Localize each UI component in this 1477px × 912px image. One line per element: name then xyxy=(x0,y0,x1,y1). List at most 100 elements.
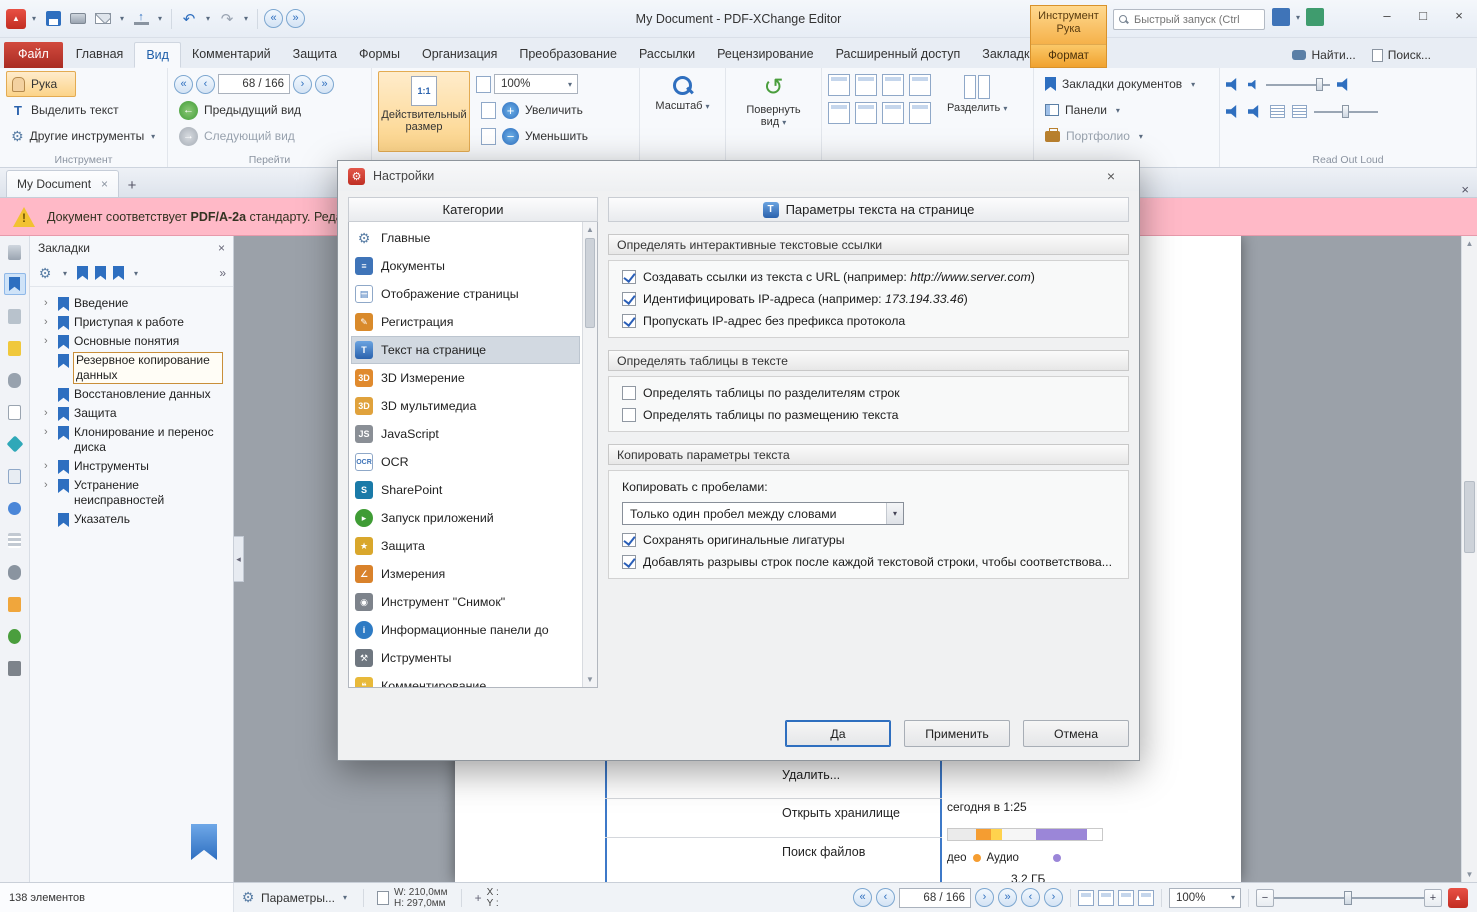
pages-pane-icon[interactable] xyxy=(4,241,26,263)
checkbox-icon[interactable] xyxy=(622,292,636,306)
slider-thumb[interactable] xyxy=(1344,890,1352,905)
two-pages-icon[interactable] xyxy=(1118,889,1134,906)
content-pane-icon[interactable] xyxy=(4,529,26,551)
scroll-up-icon[interactable]: ▲ xyxy=(1462,236,1477,251)
read-doc-icon[interactable] xyxy=(1248,105,1259,118)
fit-page-icon[interactable] xyxy=(476,75,491,93)
close-tab-icon[interactable]: × xyxy=(101,178,108,190)
close-pane-button[interactable]: × xyxy=(1461,182,1477,197)
email-caret-icon[interactable] xyxy=(117,14,127,23)
next-page-button[interactable] xyxy=(293,74,312,94)
rate-slider[interactable] xyxy=(1314,104,1378,119)
category-item[interactable]: ◉ Инструмент "Снимок" xyxy=(351,588,580,616)
cover-mode-icon[interactable] xyxy=(828,102,850,124)
undo-caret-icon[interactable] xyxy=(203,14,213,23)
tab-format[interactable]: Формат xyxy=(1031,44,1106,67)
search-button[interactable]: Поиск... xyxy=(1371,48,1431,62)
prev-page-button[interactable] xyxy=(196,74,215,94)
two-pages-continuous-icon[interactable] xyxy=(909,74,931,96)
checkbox-icon[interactable] xyxy=(622,386,636,400)
expand-chevron-icon[interactable] xyxy=(44,425,53,440)
speaker-small-icon[interactable] xyxy=(1248,79,1256,90)
tab-home[interactable]: Главная xyxy=(65,42,135,68)
email-button[interactable] xyxy=(92,7,114,31)
launch-apps-icon[interactable] xyxy=(1272,8,1290,26)
category-item[interactable]: 3D 3D Измерение xyxy=(351,364,580,392)
panels-button[interactable]: Панели xyxy=(1040,97,1213,123)
category-item[interactable]: ∠ Измерения xyxy=(351,560,580,588)
fields-pane-icon[interactable] xyxy=(4,401,26,423)
two-pages-icon[interactable] xyxy=(855,74,877,96)
tab-view[interactable]: Вид xyxy=(134,42,181,68)
signatures-pane-icon[interactable] xyxy=(4,465,26,487)
actual-size-button[interactable]: Действительный размер xyxy=(378,71,470,152)
close-panel-icon[interactable]: × xyxy=(218,241,225,255)
bookmark-item[interactable]: Устранение неисправностей xyxy=(30,476,233,510)
new-bookmark-icon[interactable] xyxy=(77,266,88,280)
checkbox-tables-by-separators[interactable]: Определять таблицы по разделителям строк xyxy=(622,386,1115,400)
next-page-button[interactable] xyxy=(975,888,994,907)
expand-chevron-icon[interactable] xyxy=(44,334,53,349)
next-view-button[interactable] xyxy=(1044,888,1063,907)
zoom-out-button[interactable]: − xyxy=(1256,888,1274,907)
checkbox-add-line-breaks[interactable]: Добавлять разрывы строк после каждой тек… xyxy=(622,555,1115,569)
dropdown-arrow-icon[interactable] xyxy=(886,503,903,524)
checkbox-icon[interactable] xyxy=(622,270,636,284)
parameters-button[interactable]: Параметры... xyxy=(234,886,356,910)
tab-forms[interactable]: Формы xyxy=(348,42,411,68)
layers-pane-icon[interactable] xyxy=(4,433,26,455)
close-button[interactable]: × xyxy=(1441,0,1477,30)
book-view-icon[interactable] xyxy=(1138,889,1154,906)
checkbox-skip-ip-prefix[interactable]: Пропускать IP-адрес без префикса протоко… xyxy=(622,314,1115,328)
category-item[interactable]: ≡ Документы xyxy=(351,252,580,280)
comments-pane-icon[interactable] xyxy=(4,337,26,359)
continuous-icon[interactable] xyxy=(1098,889,1114,906)
slider-thumb[interactable] xyxy=(1342,105,1349,118)
history-back-button[interactable] xyxy=(264,9,283,28)
checkbox-icon[interactable] xyxy=(622,314,636,328)
category-item[interactable]: ❝ Комментирование xyxy=(351,672,580,687)
tab-review[interactable]: Рецензирование xyxy=(706,42,825,68)
bookmark-from-page-icon[interactable] xyxy=(113,266,124,280)
speaker-icon[interactable] xyxy=(1226,78,1237,91)
zoom-combo[interactable]: 100% xyxy=(1169,887,1241,908)
checkbox-identify-ip[interactable]: Идентифицировать IP-адреса (например: 17… xyxy=(622,292,1115,306)
category-item[interactable]: S SharePoint xyxy=(351,476,580,504)
page-number-field[interactable]: 68 / 166 xyxy=(899,887,971,908)
category-item[interactable]: JS JavaScript xyxy=(351,420,580,448)
single-page-icon[interactable] xyxy=(828,74,850,96)
caret-down-icon[interactable] xyxy=(131,269,141,278)
zoom-combo[interactable]: 100% xyxy=(494,74,578,94)
category-item[interactable]: ⚙ Главные xyxy=(351,224,580,252)
find-button[interactable]: Найти... xyxy=(1292,48,1356,62)
doc-bookmarks-button[interactable]: Закладки документов xyxy=(1040,71,1213,97)
continuous-icon[interactable] xyxy=(882,74,904,96)
pdf-app-icon[interactable] xyxy=(1448,887,1468,908)
bookmark-item[interactable]: Приступая к работе xyxy=(30,313,233,332)
hand-tool-button[interactable]: Рука xyxy=(6,71,76,97)
print-button[interactable] xyxy=(67,7,89,31)
vertical-scrollbar[interactable]: ▲ ▼ xyxy=(1461,236,1477,882)
portfolio-button[interactable]: Портфолио xyxy=(1040,123,1213,149)
zoom-slider[interactable] xyxy=(1274,889,1424,907)
category-item[interactable]: 3D 3D мультимедиа xyxy=(351,392,580,420)
category-item[interactable]: i Информационные панели до xyxy=(351,616,580,644)
tab-protect[interactable]: Защита xyxy=(282,42,348,68)
fullscreen-icon[interactable] xyxy=(882,102,904,124)
category-item[interactable]: ⚒ Иструменты xyxy=(351,644,580,672)
category-item[interactable]: ▸ Запуск приложений xyxy=(351,504,580,532)
read-selection-icon[interactable] xyxy=(1292,105,1307,118)
read-page-icon[interactable] xyxy=(1226,105,1237,118)
first-page-button[interactable] xyxy=(174,74,193,94)
tab-convert[interactable]: Преобразование xyxy=(508,42,628,68)
categories-scrollbar[interactable]: ▲ ▼ xyxy=(582,222,597,687)
bookmark-options-icon[interactable] xyxy=(37,265,53,282)
scrollbar-thumb[interactable] xyxy=(585,238,595,328)
category-item[interactable]: ★ Защита xyxy=(351,532,580,560)
page-number-field[interactable]: 68 / 166 xyxy=(218,74,290,94)
bookmark-item[interactable]: Восстановление данных xyxy=(30,385,233,404)
rotate-view-button[interactable]: Повернуть вид xyxy=(732,71,815,131)
launch-apps-caret-icon[interactable] xyxy=(1293,13,1303,22)
scale-tool-button[interactable]: Масштаб xyxy=(646,71,719,115)
last-page-button[interactable] xyxy=(998,888,1017,907)
